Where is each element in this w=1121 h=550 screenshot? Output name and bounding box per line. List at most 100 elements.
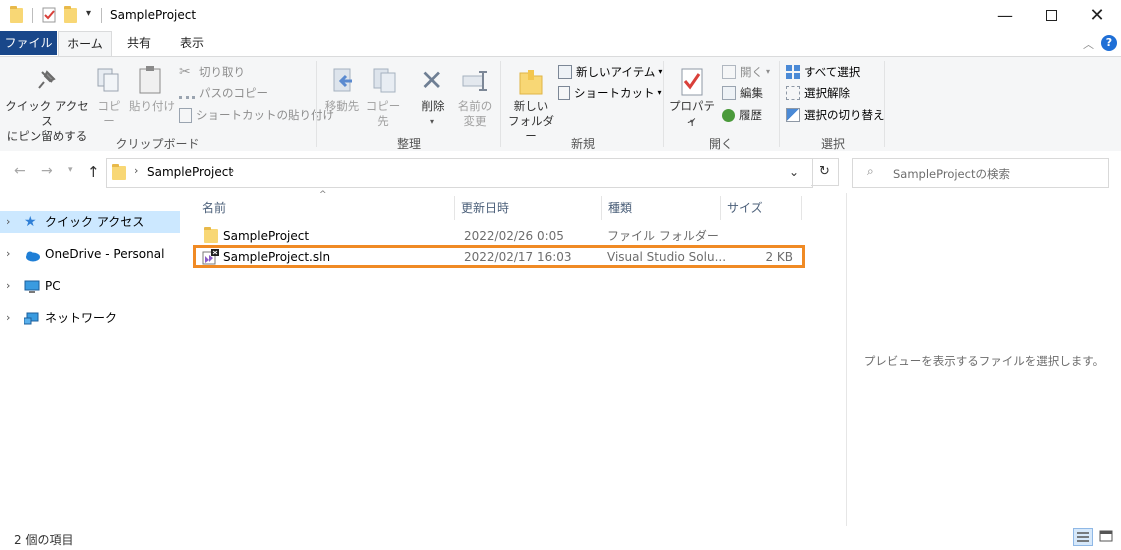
- dropdown-arrow-icon: ▾: [657, 88, 662, 97]
- select-all-button[interactable]: すべて選択: [786, 62, 860, 82]
- highlight-box: [193, 245, 805, 268]
- customize-toolbar-icon[interactable]: ▾: [86, 8, 91, 19]
- nav-item-pc[interactable]: › PC: [0, 275, 180, 297]
- column-name[interactable]: 名前: [196, 196, 454, 220]
- easy-access-button[interactable]: ショートカット ▾: [558, 83, 662, 103]
- open-icon: [722, 65, 736, 79]
- delete-dropdown-icon[interactable]: ▾: [430, 117, 434, 126]
- address-dropdown-icon[interactable]: ⌄: [789, 165, 799, 179]
- window-title: SampleProject: [110, 8, 197, 22]
- organize-group-label: 整理: [396, 137, 421, 151]
- delete-button[interactable]: 削除: [415, 99, 451, 114]
- new-folder-quick-icon[interactable]: [64, 6, 77, 23]
- paste-button[interactable]: 貼り付け: [129, 99, 175, 114]
- properties-quick-icon[interactable]: [42, 7, 57, 26]
- nav-item-quick-access[interactable]: › ★ クイック アクセス: [0, 211, 180, 233]
- help-icon[interactable]: ?: [1101, 35, 1117, 51]
- paste-shortcut-button[interactable]: ショートカットの貼り付け: [179, 105, 334, 125]
- file-type: ファイル フォルダー: [607, 229, 719, 243]
- select-none-button[interactable]: 選択解除: [786, 83, 850, 103]
- nav-item-label: OneDrive - Personal: [45, 247, 165, 261]
- column-date[interactable]: 更新日時: [455, 196, 601, 220]
- expand-chevron-icon[interactable]: ›: [6, 307, 20, 329]
- edit-button[interactable]: 編集: [722, 83, 763, 103]
- expand-chevron-icon[interactable]: ›: [6, 275, 20, 297]
- invert-selection-label: 選択の切り替え: [804, 108, 885, 122]
- history-button[interactable]: 履歴: [722, 105, 762, 125]
- refresh-button[interactable]: ↻: [811, 158, 839, 186]
- close-button[interactable]: ✕: [1074, 0, 1120, 31]
- column-divider[interactable]: [801, 196, 802, 220]
- divider: [316, 61, 317, 147]
- dropdown-arrow-icon: ▾: [766, 67, 771, 76]
- breadcrumb-chevron-icon[interactable]: ›: [230, 164, 234, 177]
- details-view-icon: [1077, 532, 1089, 542]
- open-button[interactable]: 開く ▾: [722, 62, 770, 82]
- collapse-ribbon-icon[interactable]: ︿: [1083, 36, 1094, 52]
- column-headers: 名前 更新日時 種類 サイズ: [196, 196, 804, 220]
- pin-label-1: クイック アクセス: [5, 99, 89, 128]
- copy-path-icon: [179, 88, 195, 99]
- breadcrumb-chevron-icon[interactable]: ›: [134, 164, 138, 177]
- properties-icon: [680, 67, 704, 100]
- tab-file[interactable]: ファイル: [0, 31, 57, 55]
- tab-share[interactable]: 共有: [115, 31, 163, 55]
- folder-icon: [112, 164, 126, 180]
- breadcrumb-item[interactable]: SampleProject: [147, 165, 233, 179]
- divider: [779, 61, 780, 147]
- up-button[interactable]: ↑: [87, 163, 100, 181]
- refresh-icon: ↻: [819, 164, 830, 179]
- rename-button[interactable]: 名前の 変更: [455, 99, 495, 129]
- file-name: SampleProject: [223, 229, 310, 243]
- invert-selection-button[interactable]: 選択の切り替え: [786, 105, 885, 125]
- tab-view[interactable]: 表示: [166, 31, 218, 55]
- properties-dropdown-icon[interactable]: ▾: [690, 117, 694, 126]
- new-group-label: 新規: [570, 137, 595, 151]
- pin-quick-access-button[interactable]: クイック アクセス にピン留めする: [5, 99, 89, 144]
- recent-locations-button[interactable]: ▾: [68, 165, 73, 175]
- delete-icon: ✕: [420, 64, 444, 97]
- invert-selection-icon: [786, 108, 800, 122]
- nav-item-network[interactable]: › ネットワーク: [0, 307, 180, 329]
- column-size[interactable]: サイズ: [721, 196, 801, 220]
- open-label: 開く: [740, 65, 763, 79]
- copy-path-label: パスのコピー: [199, 86, 268, 100]
- large-icons-view-button[interactable]: [1097, 528, 1117, 546]
- forward-button[interactable]: →: [41, 163, 53, 179]
- address-bar[interactable]: › SampleProject › ⌄: [106, 158, 813, 188]
- copy-to-icon: [371, 67, 399, 98]
- copy-button[interactable]: コピー: [92, 99, 126, 129]
- nav-item-label: クイック アクセス: [45, 215, 145, 229]
- nav-item-onedrive[interactable]: › OneDrive - Personal: [0, 243, 180, 265]
- new-item-button[interactable]: 新しいアイテム ▾: [558, 62, 662, 82]
- new-item-label: 新しいアイテム: [576, 65, 656, 79]
- nav-item-label: PC: [45, 279, 61, 293]
- file-row[interactable]: SampleProject 2022/02/26 0:05 ファイル フォルダー: [196, 226, 804, 247]
- copy-path-button[interactable]: パスのコピー: [179, 83, 268, 103]
- paste-shortcut-icon: [179, 107, 192, 123]
- edit-icon: [722, 86, 736, 100]
- cloud-icon: [24, 247, 40, 262]
- edit-label: 編集: [740, 86, 763, 100]
- minimize-button[interactable]: —: [982, 0, 1028, 31]
- select-none-label: 選択解除: [804, 86, 850, 100]
- dropdown-arrow-icon: ▾: [658, 67, 663, 76]
- search-box[interactable]: ⌕ SampleProjectの検索: [852, 158, 1109, 188]
- history-label: 履歴: [739, 108, 762, 122]
- maximize-button[interactable]: [1028, 0, 1074, 31]
- expand-chevron-icon[interactable]: ›: [6, 243, 20, 265]
- divider: [32, 8, 33, 23]
- easy-access-label: ショートカット: [574, 86, 655, 100]
- details-view-button[interactable]: [1073, 528, 1093, 546]
- column-type[interactable]: 種類: [602, 196, 720, 220]
- cut-button[interactable]: ✂ 切り取り: [179, 62, 245, 82]
- pin-icon: [36, 69, 58, 94]
- back-button[interactable]: ←: [14, 163, 26, 179]
- paste-icon: [138, 65, 164, 98]
- new-folder-icon: [518, 67, 544, 100]
- copy-to-button[interactable]: コピー先: [361, 99, 405, 129]
- shortcut-icon: [558, 86, 570, 100]
- tab-home[interactable]: ホーム: [58, 31, 112, 57]
- move-to-button[interactable]: 移動先: [320, 99, 364, 114]
- expand-chevron-icon[interactable]: ›: [6, 211, 20, 233]
